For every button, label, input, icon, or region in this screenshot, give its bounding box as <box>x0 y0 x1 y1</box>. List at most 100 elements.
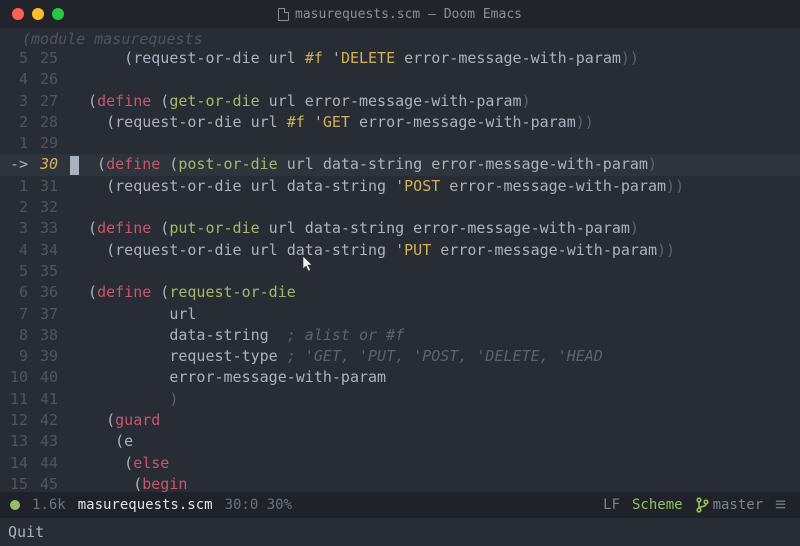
file-size: 1.6k <box>32 497 66 513</box>
absolute-line-number: 26 <box>32 69 66 90</box>
file-icon <box>278 8 289 21</box>
relative-line-number: 8 <box>0 325 32 346</box>
absolute-line-number: 27 <box>32 91 66 112</box>
vcs-branch[interactable]: master <box>695 497 764 513</box>
code-line[interactable]: 434 (request-or-die url data-string 'PUT… <box>0 240 800 261</box>
relative-line-number: 7 <box>0 304 32 325</box>
code-line[interactable]: 737 url <box>0 304 800 325</box>
cursor-position: 30:0 30% <box>225 497 292 513</box>
relative-line-number: 6 <box>0 282 32 303</box>
major-mode[interactable]: Scheme <box>632 497 683 513</box>
code-content[interactable]: error-message-with-param <box>66 367 800 388</box>
relative-line-number: 3 <box>0 91 32 112</box>
code-line[interactable]: 636 (define (request-or-die <box>0 282 800 303</box>
absolute-line-number: 36 <box>32 282 66 303</box>
relative-line-number: 10 <box>0 367 32 388</box>
absolute-line-number: 32 <box>32 197 66 218</box>
code-line[interactable]: 1040 error-message-with-param <box>0 367 800 388</box>
code-content[interactable]: (request-or-die url data-string 'PUT err… <box>66 240 800 261</box>
maximize-icon[interactable] <box>52 8 64 20</box>
relative-line-number: 12 <box>0 410 32 431</box>
relative-line-number: 2 <box>0 197 32 218</box>
code-line[interactable]: 327 (define (get-or-die url error-messag… <box>0 91 800 112</box>
absolute-line-number: 25 <box>32 48 66 69</box>
absolute-line-number: 37 <box>32 304 66 325</box>
absolute-line-number: 44 <box>32 453 66 474</box>
code-line[interactable]: 838 data-string ; alist or #f <box>0 325 800 346</box>
absolute-line-number: 33 <box>32 218 66 239</box>
relative-line-number: 5 <box>0 261 32 282</box>
absolute-line-number: 40 <box>32 367 66 388</box>
code-line[interactable]: 131 (request-or-die url data-string 'POS… <box>0 176 800 197</box>
absolute-line-number: 43 <box>32 431 66 452</box>
code-content[interactable] <box>66 197 800 218</box>
relative-line-number: 4 <box>0 240 32 261</box>
line-ending[interactable]: LF <box>603 497 620 513</box>
code-content[interactable]: request-type ; 'GET, 'PUT, 'POST, 'DELET… <box>66 346 800 367</box>
absolute-line-number: 42 <box>32 410 66 431</box>
code-content[interactable]: (define (get-or-die url error-message-wi… <box>66 91 800 112</box>
minibuffer-message: Quit <box>8 523 44 541</box>
code-content[interactable]: ) <box>66 389 800 410</box>
minibuffer[interactable]: Quit <box>0 518 800 546</box>
code-content[interactable]: url <box>66 304 800 325</box>
code-content[interactable]: (define (put-or-die url data-string erro… <box>66 218 800 239</box>
code-line[interactable]: 1242 (guard <box>0 410 800 431</box>
code-content[interactable]: (e <box>66 431 800 452</box>
absolute-line-number: 38 <box>32 325 66 346</box>
relative-line-number: -> <box>0 154 32 175</box>
relative-line-number: 2 <box>0 112 32 133</box>
absolute-line-number: 34 <box>32 240 66 261</box>
code-line[interactable]: 232 <box>0 197 800 218</box>
code-editor[interactable]: 525 (request-or-die url #f 'DELETE error… <box>0 48 800 495</box>
text-cursor <box>70 156 79 175</box>
code-line[interactable]: 129 <box>0 133 800 154</box>
absolute-line-number: 39 <box>32 346 66 367</box>
code-content[interactable]: data-string ; alist or #f <box>66 325 800 346</box>
relative-line-number: 5 <box>0 48 32 69</box>
code-line[interactable]: 1444 (else <box>0 453 800 474</box>
buffer-name[interactable]: masurequests.scm <box>78 497 213 513</box>
absolute-line-number: 31 <box>32 176 66 197</box>
code-content[interactable]: (request-or-die url #f 'DELETE error-mes… <box>66 48 800 69</box>
relative-line-number: 11 <box>0 389 32 410</box>
traffic-lights <box>0 8 64 20</box>
menu-icon[interactable]: ≡ <box>775 496 786 514</box>
relative-line-number: 1 <box>0 176 32 197</box>
close-icon[interactable] <box>12 8 24 20</box>
code-content[interactable]: (else <box>66 453 800 474</box>
minimize-icon[interactable] <box>32 8 44 20</box>
code-content[interactable]: (guard <box>66 410 800 431</box>
code-line[interactable]: 1141 ) <box>0 389 800 410</box>
code-content[interactable]: (request-or-die url #f 'GET error-messag… <box>66 112 800 133</box>
code-content[interactable]: (request-or-die url data-string 'POST er… <box>66 176 800 197</box>
code-content[interactable]: (define (request-or-die <box>66 282 800 303</box>
code-content[interactable]: (define (post-or-die url data-string err… <box>66 154 800 175</box>
relative-line-number: 13 <box>0 431 32 452</box>
code-line[interactable]: 939 request-type ; 'GET, 'PUT, 'POST, 'D… <box>0 346 800 367</box>
absolute-line-number: 28 <box>32 112 66 133</box>
context-hint: (module masurequests <box>22 30 203 48</box>
absolute-line-number: 35 <box>32 261 66 282</box>
relative-line-number: 4 <box>0 69 32 90</box>
code-line[interactable]: 1343 (e <box>0 431 800 452</box>
code-content[interactable] <box>66 69 800 90</box>
title-text: masurequests.scm — Doom Emacs <box>295 7 522 22</box>
window-title: masurequests.scm — Doom Emacs <box>278 7 522 22</box>
code-line[interactable]: 333 (define (put-or-die url data-string … <box>0 218 800 239</box>
absolute-line-number: 30 <box>32 154 66 175</box>
absolute-line-number: 41 <box>32 389 66 410</box>
git-branch-icon <box>695 497 709 513</box>
code-content[interactable] <box>66 261 800 282</box>
relative-line-number: 14 <box>0 453 32 474</box>
branch-name: master <box>713 497 764 513</box>
buffer-state-indicator <box>10 500 20 510</box>
code-line[interactable]: ->30 (define (post-or-die url data-strin… <box>0 154 800 175</box>
code-line[interactable]: 535 <box>0 261 800 282</box>
code-content[interactable] <box>66 133 800 154</box>
relative-line-number: 3 <box>0 218 32 239</box>
code-line[interactable]: 228 (request-or-die url #f 'GET error-me… <box>0 112 800 133</box>
code-line[interactable]: 426 <box>0 69 800 90</box>
code-line[interactable]: 525 (request-or-die url #f 'DELETE error… <box>0 48 800 69</box>
window-titlebar: masurequests.scm — Doom Emacs <box>0 0 800 28</box>
